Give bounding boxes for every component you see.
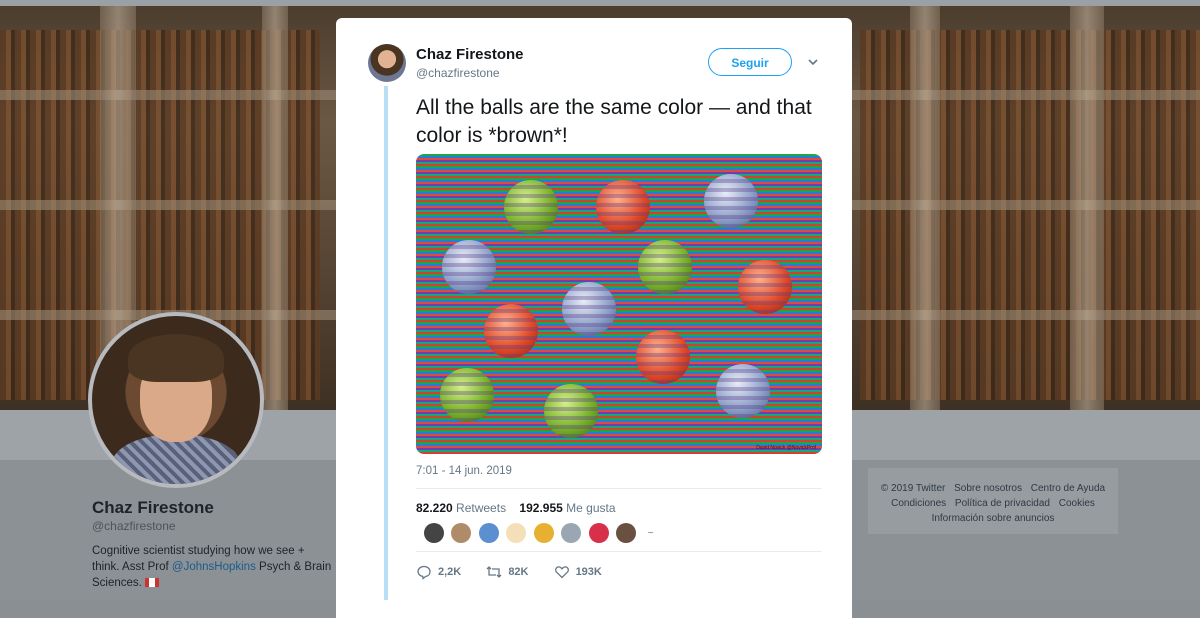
reply-count: 2,2K — [438, 565, 462, 578]
retweet-count: 82K — [508, 565, 529, 578]
ball — [636, 330, 690, 384]
image-credit: David Novick @NovickProf — [756, 445, 816, 451]
liker-avatar[interactable] — [478, 523, 499, 543]
tweet-actions: 2,2K 82K 193K — [416, 564, 624, 580]
profile-handle[interactable]: @chazfirestone — [92, 519, 176, 533]
ball — [716, 364, 770, 418]
canada-flag-icon — [145, 578, 160, 588]
more-likers-icon: ~ — [647, 527, 654, 539]
ball — [442, 240, 496, 294]
chevron-down-icon[interactable] — [806, 55, 820, 69]
liker-avatar[interactable] — [451, 523, 472, 543]
footer-links: © 2019 Twitter Sobre nosotros Centro de … — [868, 468, 1118, 534]
tweet-author-avatar[interactable] — [368, 44, 406, 82]
tweet-author-name[interactable]: Chaz Firestone — [416, 46, 524, 63]
retweets-count[interactable]: 82.220 — [416, 501, 453, 515]
tweet-text: All the balls are the same color — and t… — [416, 96, 812, 147]
top-nav-bar — [0, 0, 1200, 6]
retweet-button[interactable]: 82K — [486, 564, 529, 580]
tweet-stats: 82.220 Retweets 192.955 Me gusta — [416, 501, 616, 515]
like-button[interactable]: 193K — [554, 564, 602, 580]
profile-avatar[interactable] — [88, 312, 264, 488]
tweet-timestamp[interactable]: 7:01 - 14 jun. 2019 — [416, 465, 512, 477]
ball — [544, 384, 598, 438]
avatar-shirt — [112, 434, 240, 484]
footer-link[interactable]: Condiciones — [891, 498, 946, 509]
likes-label[interactable]: Me gusta — [566, 501, 615, 515]
column — [1070, 0, 1104, 410]
reply-icon — [417, 565, 431, 580]
footer-link[interactable]: Sobre nosotros — [954, 483, 1022, 494]
ball — [484, 304, 538, 358]
retweets-label[interactable]: Retweets — [456, 501, 506, 515]
thread-line — [384, 86, 388, 600]
retweet-icon — [486, 566, 502, 578]
profile-name[interactable]: Chaz Firestone — [92, 498, 214, 518]
divider — [416, 488, 822, 489]
bio-link[interactable]: @JohnsHopkins — [172, 561, 256, 573]
follow-button[interactable]: Seguir — [708, 48, 792, 76]
ball — [596, 180, 650, 234]
ball — [738, 260, 792, 314]
avatar-hair — [128, 334, 224, 382]
liker-avatar[interactable] — [588, 523, 609, 543]
footer-link[interactable]: Cookies — [1059, 498, 1095, 509]
divider — [416, 551, 822, 552]
heart-icon — [554, 566, 569, 579]
liker-avatar[interactable] — [616, 523, 637, 543]
column — [262, 0, 288, 410]
ball — [504, 180, 558, 234]
footer-link[interactable]: © 2019 Twitter — [881, 483, 945, 494]
footer-link[interactable]: Información sobre anuncios — [932, 513, 1055, 524]
profile-bio: Cognitive scientist studying how we see … — [92, 543, 332, 591]
liker-avatars: ~ — [424, 523, 653, 545]
liker-avatar[interactable] — [506, 523, 527, 543]
footer-link[interactable]: Política de privacidad — [955, 498, 1050, 509]
footer-link[interactable]: Centro de Ayuda — [1031, 483, 1105, 494]
liker-avatar[interactable] — [561, 523, 582, 543]
tweet-author-handle[interactable]: @chazfirestone — [416, 66, 500, 80]
ball — [562, 282, 616, 336]
column — [910, 0, 940, 410]
ball — [704, 174, 758, 228]
like-count: 193K — [575, 565, 602, 578]
reply-button[interactable]: 2,2K — [416, 564, 461, 580]
ball — [440, 368, 494, 422]
liker-avatar[interactable] — [424, 523, 444, 543]
tweet-image[interactable]: David Novick @NovickProf — [416, 154, 822, 454]
ball — [638, 240, 692, 294]
likes-count[interactable]: 192.955 — [519, 501, 562, 515]
liker-avatar[interactable] — [533, 523, 554, 543]
